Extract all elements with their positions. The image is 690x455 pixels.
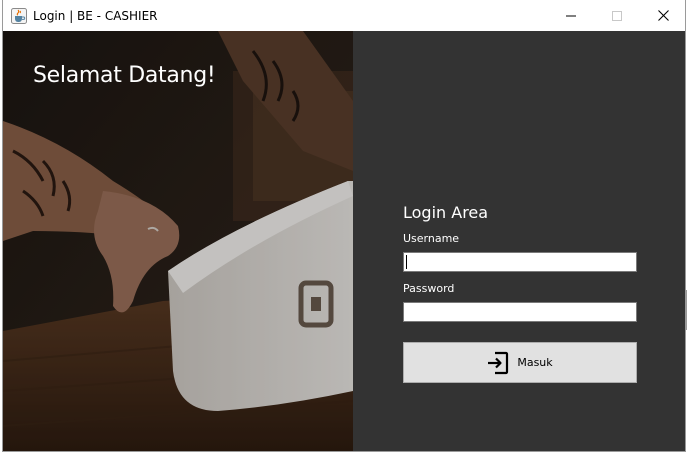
masuk-button[interactable]: Masuk	[403, 342, 637, 383]
background-window-edge	[686, 290, 690, 330]
password-label: Password	[403, 282, 455, 295]
login-enter-icon	[488, 351, 509, 374]
maximize-icon	[612, 10, 622, 21]
welcome-heading: Selamat Datang!	[33, 63, 216, 88]
username-input[interactable]	[403, 252, 637, 272]
close-button[interactable]	[640, 0, 686, 31]
text-caret	[406, 255, 407, 269]
minimize-button[interactable]	[548, 0, 594, 31]
username-label: Username	[403, 232, 460, 245]
login-window: Login | BE - CASHIER Selamat Datang! Log…	[2, 0, 686, 452]
java-cup-icon	[11, 8, 27, 24]
masuk-button-label: Masuk	[517, 356, 553, 369]
hero-panel: Selamat Datang!	[3, 31, 353, 451]
title-bar[interactable]: Login | BE - CASHIER	[3, 0, 685, 31]
password-input[interactable]	[403, 302, 637, 322]
window-content: Selamat Datang! Login Area Username Pass…	[3, 31, 685, 451]
login-panel: Login Area Username Password Masuk	[353, 31, 685, 451]
cashier-photo	[3, 31, 353, 451]
close-icon	[657, 10, 669, 21]
window-title: Login | BE - CASHIER	[33, 9, 158, 23]
login-area-title: Login Area	[403, 203, 489, 222]
maximize-button[interactable]	[594, 0, 640, 31]
minimize-icon	[566, 15, 576, 16]
